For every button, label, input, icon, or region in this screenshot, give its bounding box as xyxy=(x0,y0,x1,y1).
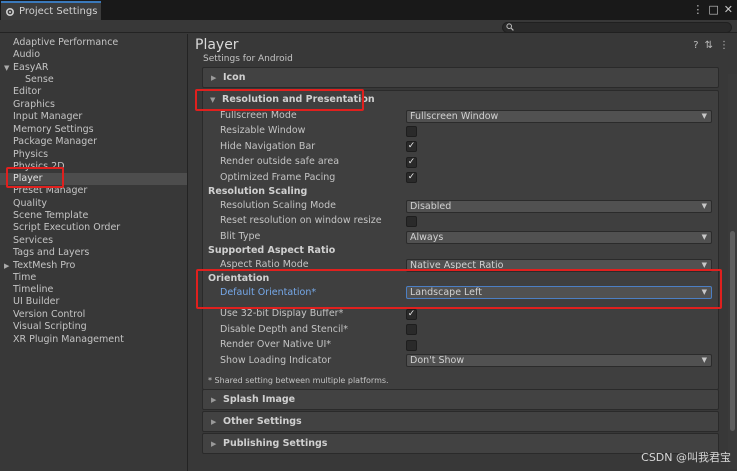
other-settings-label: Other Settings xyxy=(223,416,302,427)
sidebar-item-package-manager[interactable]: Package Manager xyxy=(13,136,97,148)
sidebar-item-sense[interactable]: Sense xyxy=(25,74,54,86)
blit-type-label: Blit Type xyxy=(220,231,261,242)
sidebar-item-services[interactable]: Services xyxy=(13,235,53,247)
hide-navigation-bar-checkbox[interactable]: ✓ xyxy=(406,141,417,152)
blit-type-dropdown[interactable]: Always ▼ xyxy=(406,231,712,244)
render-safe-area-checkbox[interactable]: ✓ xyxy=(406,157,417,168)
annotation-box-orientation xyxy=(196,269,722,309)
chevron-down-icon: ▼ xyxy=(701,233,707,241)
chevron-down-icon: ▼ xyxy=(701,356,707,364)
annotation-box-player xyxy=(6,167,64,188)
help-icon[interactable]: ? xyxy=(693,40,698,51)
preset-icon[interactable]: ⇅ xyxy=(705,40,713,51)
sidebar-item-time[interactable]: Time xyxy=(13,272,36,284)
sidebar-item-editor[interactable]: Editor xyxy=(13,86,41,98)
sidebar-item-adaptive-performance[interactable]: Adaptive Performance xyxy=(13,37,118,49)
splash-image-foldout[interactable]: ▶ Splash Image xyxy=(202,389,719,410)
resizable-window-checkbox[interactable] xyxy=(406,126,417,137)
splash-image-label: Splash Image xyxy=(223,394,296,405)
sidebar-item-scene-template[interactable]: Scene Template xyxy=(13,210,88,222)
sidebar-item-ui-builder[interactable]: UI Builder xyxy=(13,296,59,308)
sidebar-item-audio[interactable]: Audio xyxy=(13,49,40,61)
sidebar-item-quality[interactable]: Quality xyxy=(13,198,47,210)
sidebar-item-textmesh-pro[interactable]: TextMesh Pro xyxy=(13,260,75,272)
display-buffer-checkbox[interactable]: ✓ xyxy=(406,309,417,320)
collapsed-arrow-icon: ▶ xyxy=(211,418,217,426)
sidebar-item-memory-settings[interactable]: Memory Settings xyxy=(13,124,94,136)
fullscreen-mode-value: Fullscreen Window xyxy=(410,111,499,122)
scrollbar-thumb[interactable] xyxy=(730,231,735,431)
toolbar xyxy=(0,20,737,33)
tab-title: Project Settings xyxy=(19,6,98,17)
gear-icon xyxy=(5,7,15,16)
chevron-down-icon: ▼ xyxy=(701,112,707,120)
sidebar-item-script-execution-order[interactable]: Script Execution Order xyxy=(13,222,120,234)
watermark: CSDN @叫我君宝 xyxy=(641,451,731,464)
sidebar-item-visual-scripting[interactable]: Visual Scripting xyxy=(13,321,87,333)
icon-foldout[interactable]: ▶ Icon xyxy=(202,67,719,88)
aspect-ratio-header: Supported Aspect Ratio xyxy=(208,245,336,256)
render-safe-area-label: Render outside safe area xyxy=(220,156,340,167)
collapsed-arrow-icon: ▶ xyxy=(211,396,217,404)
fullscreen-mode-dropdown[interactable]: Fullscreen Window ▼ xyxy=(406,110,712,123)
sidebar-item-graphics[interactable]: Graphics xyxy=(13,99,55,111)
scrollbar[interactable] xyxy=(728,74,737,469)
sidebar-item-physics[interactable]: Physics xyxy=(13,149,48,161)
sidebar-item-version-control[interactable]: Version Control xyxy=(13,309,85,321)
publishing-settings-label: Publishing Settings xyxy=(223,438,328,449)
render-native-ui-checkbox[interactable] xyxy=(406,340,417,351)
scaling-mode-label: Resolution Scaling Mode xyxy=(220,200,336,211)
annotation-box-resolution xyxy=(195,89,364,111)
icon-foldout-label: Icon xyxy=(223,72,246,83)
shared-setting-note: * Shared setting between multiple platfo… xyxy=(208,376,389,385)
search-icon xyxy=(506,23,514,31)
expand-arrow-icon[interactable]: ▼ xyxy=(4,64,9,72)
window-titlebar: Project Settings ⋮ □ ✕ xyxy=(0,0,737,20)
collapsed-arrow-icon: ▶ xyxy=(211,74,217,82)
loading-indicator-value: Don't Show xyxy=(410,355,465,366)
display-buffer-label: Use 32-bit Display Buffer* xyxy=(220,308,344,319)
platform-subtitle: Settings for Android xyxy=(203,54,293,64)
close-icon[interactable]: ✕ xyxy=(724,3,733,16)
reset-resolution-checkbox[interactable] xyxy=(406,216,417,227)
hide-navigation-bar-label: Hide Navigation Bar xyxy=(220,141,316,152)
sidebar-item-easyar[interactable]: EasyAR xyxy=(13,62,49,74)
settings-sidebar: Adaptive Performance Audio ▼ EasyAR Sens… xyxy=(0,34,188,471)
chevron-down-icon: ▼ xyxy=(701,202,707,210)
loading-indicator-label: Show Loading Indicator xyxy=(220,355,332,366)
blit-type-value: Always xyxy=(410,232,444,243)
sidebar-item-timeline[interactable]: Timeline xyxy=(13,284,53,296)
search-input[interactable] xyxy=(502,22,732,33)
resolution-scaling-header: Resolution Scaling xyxy=(208,186,308,197)
render-native-ui-label: Render Over Native UI* xyxy=(220,339,331,350)
more-menu-icon[interactable]: ⋮ xyxy=(692,3,703,16)
resizable-window-label: Resizable Window xyxy=(220,125,306,136)
scaling-mode-value: Disabled xyxy=(410,201,452,212)
sidebar-item-input-manager[interactable]: Input Manager xyxy=(13,111,82,123)
sidebar-item-xr-plugin-management[interactable]: XR Plugin Management xyxy=(13,334,124,346)
more-options-icon[interactable]: ⋮ xyxy=(719,40,729,51)
sidebar-item-tags-and-layers[interactable]: Tags and Layers xyxy=(13,247,89,259)
page-title: Player xyxy=(195,37,239,53)
maximize-icon[interactable]: □ xyxy=(708,3,718,16)
collapse-arrow-icon[interactable]: ▶ xyxy=(4,262,9,270)
scaling-mode-dropdown[interactable]: Disabled ▼ xyxy=(406,200,712,213)
optimized-frame-pacing-label: Optimized Frame Pacing xyxy=(220,172,336,183)
loading-indicator-dropdown[interactable]: Don't Show ▼ xyxy=(406,354,712,367)
other-settings-foldout[interactable]: ▶ Other Settings xyxy=(202,411,719,432)
disable-depth-label: Disable Depth and Stencil* xyxy=(220,324,348,335)
reset-resolution-label: Reset resolution on window resize xyxy=(220,215,382,226)
fullscreen-mode-label: Fullscreen Mode xyxy=(220,110,297,121)
project-settings-tab[interactable]: Project Settings xyxy=(1,1,101,20)
disable-depth-checkbox[interactable] xyxy=(406,324,417,335)
optimized-frame-pacing-checkbox[interactable]: ✓ xyxy=(406,172,417,183)
collapsed-arrow-icon: ▶ xyxy=(211,440,217,448)
